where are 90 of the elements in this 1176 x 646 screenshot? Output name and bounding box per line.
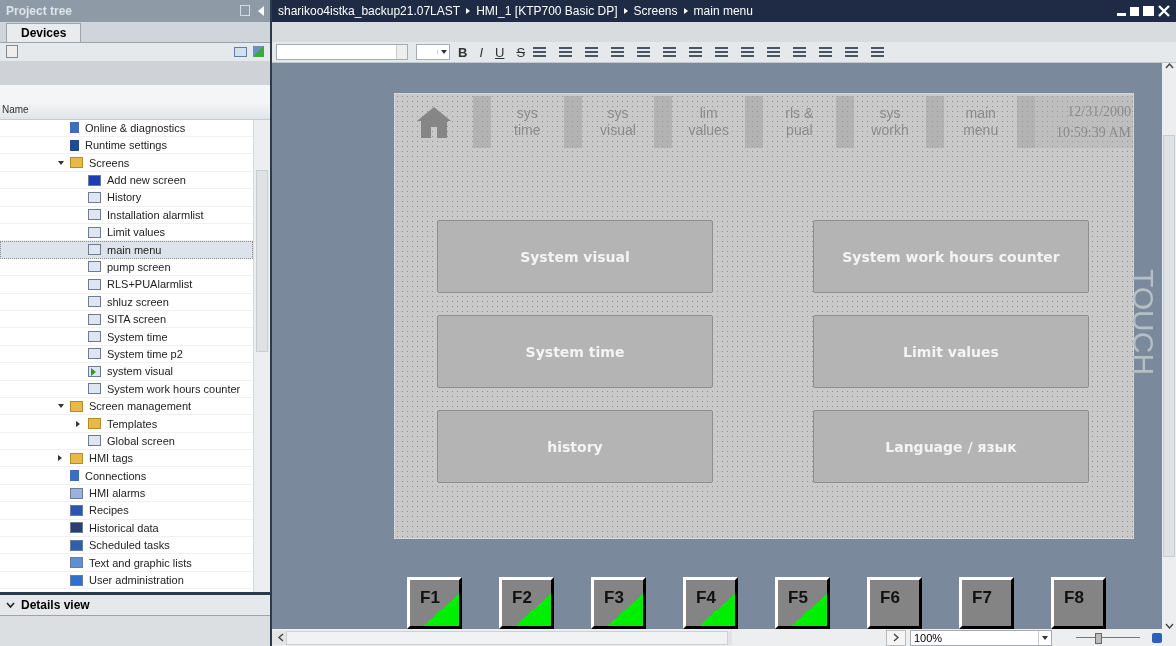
function-key[interactable]: F4 [683, 577, 738, 629]
function-key[interactable]: F5 [775, 577, 830, 629]
home-icon [415, 105, 453, 139]
size-dropdown[interactable] [416, 44, 450, 60]
tree-item[interactable]: pump screen [0, 258, 253, 277]
function-key[interactable]: F6 [867, 577, 922, 629]
panel-title: Details view [21, 598, 90, 613]
function-key[interactable]: F3 [591, 577, 646, 629]
tree-item[interactable]: Add new screen [0, 171, 253, 190]
scroll-up-icon[interactable] [1164, 63, 1174, 69]
screen-icon [88, 226, 101, 238]
tree-item[interactable]: Text and graphic lists [0, 554, 253, 572]
breadcrumb-item[interactable]: main menu [693, 4, 753, 18]
tree-item[interactable]: System time p2 [0, 345, 253, 364]
chevron-down-icon[interactable] [6, 602, 15, 609]
tree-item[interactable]: Templates [0, 415, 253, 433]
horizontal-scrollbar[interactable] [272, 630, 732, 645]
device-view-icon[interactable] [6, 45, 18, 59]
screen-icon [88, 209, 101, 221]
restore-icon[interactable] [1130, 6, 1139, 16]
tree-item[interactable]: HMI tags [0, 450, 253, 468]
folder-icon [70, 157, 83, 169]
tree-item[interactable]: HMI alarms [0, 484, 253, 503]
separator-icon [623, 8, 628, 14]
start-screen-icon [88, 365, 101, 377]
function-key[interactable]: F2 [499, 577, 554, 629]
folder-icon [70, 452, 83, 464]
screen-icon [88, 331, 101, 343]
breadcrumb-item[interactable]: sharikoo4istka_backup21.07LAST [278, 4, 461, 18]
function-key[interactable]: F8 [1051, 577, 1106, 629]
zoom-field[interactable]: 100% [910, 629, 1052, 646]
expanded-icon[interactable] [58, 160, 64, 165]
overview-icon[interactable] [234, 46, 247, 57]
screen-icon [88, 383, 101, 395]
function-key[interactable]: F7 [959, 577, 1014, 629]
screen-icon [88, 278, 101, 290]
screen-icon [88, 313, 101, 325]
device-label: TOUCH [1134, 267, 1160, 378]
tree-item[interactable]: History [0, 189, 253, 207]
details-view-header[interactable]: Details view [0, 592, 270, 617]
scroll-down-icon[interactable] [1164, 623, 1174, 629]
tree-item[interactable]: Historical data [0, 519, 253, 538]
tree-item[interactable]: System work hours counter [0, 380, 253, 398]
folder-icon [88, 418, 101, 429]
tree-item[interactable]: Online & diagnostics [0, 119, 253, 138]
separator-icon [466, 8, 471, 14]
breadcrumb-item[interactable]: Screens [633, 4, 678, 18]
zoom-slider[interactable] [1076, 631, 1140, 644]
screen-icon [88, 296, 101, 308]
tree-item[interactable]: Connections [0, 467, 253, 485]
format-button[interactable]: I [475, 44, 487, 60]
tree-item[interactable]: User administration [0, 571, 253, 590]
screen-icon [88, 191, 101, 203]
scroll-right-button[interactable] [886, 629, 906, 646]
tree-item[interactable]: Scheduled tasks [0, 537, 253, 555]
collapse-icon[interactable] [258, 5, 264, 16]
font-field[interactable] [276, 44, 408, 60]
tree-item[interactable]: Global screen [0, 432, 253, 451]
tree-item[interactable]: RLS+PUAlarmlist [0, 276, 253, 294]
tree-item[interactable]: Screens [0, 154, 253, 172]
tree-item[interactable]: Screen management [0, 397, 253, 416]
tree-item[interactable]: Runtime settings [0, 137, 253, 155]
tab[interactable]: Devices [6, 22, 82, 42]
close-icon[interactable] [1158, 5, 1170, 17]
screen-icon [88, 244, 101, 256]
scrollbar[interactable] [253, 119, 270, 593]
format-button[interactable]: B [454, 44, 472, 60]
panel-title: Project tree [6, 3, 73, 18]
tree-item[interactable]: Installation alarmlist [0, 206, 253, 224]
tree-item[interactable]: System time [0, 328, 253, 346]
collapsed-icon[interactable] [58, 455, 62, 462]
tree-item[interactable]: main menu [0, 241, 253, 259]
separator-icon [683, 8, 688, 14]
format-button[interactable]: S [512, 44, 530, 60]
format-button[interactable]: U [491, 44, 509, 60]
scrollbar[interactable] [1162, 63, 1176, 629]
expanded-icon[interactable] [58, 404, 64, 409]
export-icon[interactable] [253, 46, 264, 58]
scroll-right-icon[interactable] [893, 633, 899, 642]
collapsed-icon[interactable] [76, 420, 80, 427]
tree-item[interactable]: shluz screen [0, 293, 253, 311]
tree-item[interactable]: SITA screen [0, 310, 253, 329]
screen-icon [88, 348, 101, 360]
breadcrumb-item[interactable]: HMI_1 [KTP700 Basic DP] [476, 4, 618, 18]
folder-icon [70, 400, 83, 412]
tree-item[interactable]: Recipes [0, 502, 253, 520]
global-screen-icon [88, 435, 101, 447]
tree-item[interactable]: system visual [0, 363, 253, 381]
function-key[interactable]: F1 [407, 577, 462, 629]
screen-icon [88, 261, 101, 273]
